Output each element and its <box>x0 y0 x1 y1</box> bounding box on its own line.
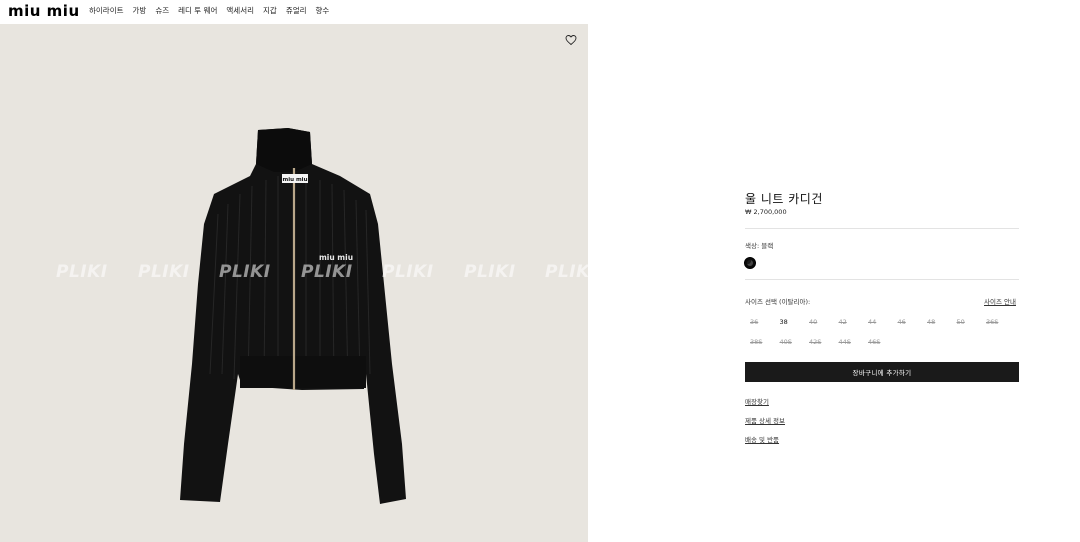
divider <box>745 228 1019 229</box>
size-option-42[interactable]: 42 <box>834 318 864 326</box>
nav-item-shoes[interactable]: 슈즈 <box>155 6 169 16</box>
size-options-row-2: 38S 40S 42S 44S 46S <box>745 338 893 346</box>
watermark: PLIKI <box>382 262 434 282</box>
nav-item-ready-to-wear[interactable]: 레디 투 웨어 <box>178 6 217 16</box>
size-guide-link[interactable]: 사이즈 안내 <box>984 296 1016 306</box>
divider <box>745 279 1019 280</box>
size-option-44[interactable]: 44 <box>863 318 893 326</box>
garment-tag: miu miu <box>283 177 308 183</box>
watermark: PLIKI <box>464 262 516 282</box>
color-label: 색상: 블랙 <box>745 242 774 250</box>
nav-item-fragrance[interactable]: 향수 <box>316 6 330 16</box>
size-option-46s[interactable]: 46S <box>863 338 893 346</box>
size-option-36[interactable]: 36 <box>745 318 775 326</box>
add-to-cart-button[interactable]: 장바구니에 추가하기 <box>745 362 1019 382</box>
size-option-44s[interactable]: 44S <box>834 338 864 346</box>
nav-item-bags[interactable]: 가방 <box>133 6 147 16</box>
nav-item-wallets[interactable]: 지갑 <box>263 6 277 16</box>
watermark-row: PLIKI PLIKI PLIKI PLIKI PLIKI PLIKI PLIK… <box>0 262 588 282</box>
size-option-50[interactable]: 50 <box>952 318 982 326</box>
product-details-link[interactable]: 제품 상세 정보 <box>745 415 785 425</box>
nav-item-highlights[interactable]: 하이라이트 <box>89 6 124 16</box>
watermark: PLIKI <box>545 262 588 282</box>
cardigan-image: miu miu miu miu <box>180 128 406 504</box>
color-swatch-black[interactable] <box>744 257 756 269</box>
main-nav: 하이라이트 가방 슈즈 레디 투 웨어 액세서리 지갑 쥬얼리 향수 <box>89 6 329 16</box>
heart-icon[interactable] <box>565 34 577 46</box>
product-image: miu miu miu miu PLIKI PLIKI PLIKI PLIKI … <box>0 24 588 542</box>
watermark: PLIKI <box>219 262 271 282</box>
nav-item-jewelry[interactable]: 쥬얼리 <box>286 6 307 16</box>
size-option-40[interactable]: 40 <box>804 318 834 326</box>
product-title: 울 니트 카디건 <box>745 192 823 206</box>
product-price: ₩ 2,700,000 <box>745 208 787 216</box>
size-option-42s[interactable]: 42S <box>804 338 834 346</box>
size-label: 사이즈 선택 (이탈리아): <box>745 298 811 306</box>
store-locator-link[interactable]: 매장찾기 <box>745 396 769 406</box>
watermark: PLIKI <box>301 262 353 282</box>
watermark: PLIKI <box>138 262 190 282</box>
size-options-row-1: 36 38 40 42 44 46 48 50 36S <box>745 318 1011 326</box>
size-option-38s[interactable]: 38S <box>745 338 775 346</box>
size-option-38[interactable]: 38 <box>775 318 805 326</box>
brand-logo[interactable]: miu miu <box>8 3 80 19</box>
size-option-48[interactable]: 48 <box>922 318 952 326</box>
shipping-returns-link[interactable]: 배송 및 반품 <box>745 434 779 444</box>
watermark: PLIKI <box>56 262 108 282</box>
size-option-36s[interactable]: 36S <box>981 318 1011 326</box>
size-option-46[interactable]: 46 <box>893 318 923 326</box>
size-option-40s[interactable]: 40S <box>775 338 805 346</box>
top-header: miu miu 하이라이트 가방 슈즈 레디 투 웨어 액세서리 지갑 쥬얼리 … <box>0 0 1080 24</box>
nav-item-accessories[interactable]: 액세서리 <box>226 6 254 16</box>
garment-logo: miu miu <box>319 253 353 262</box>
